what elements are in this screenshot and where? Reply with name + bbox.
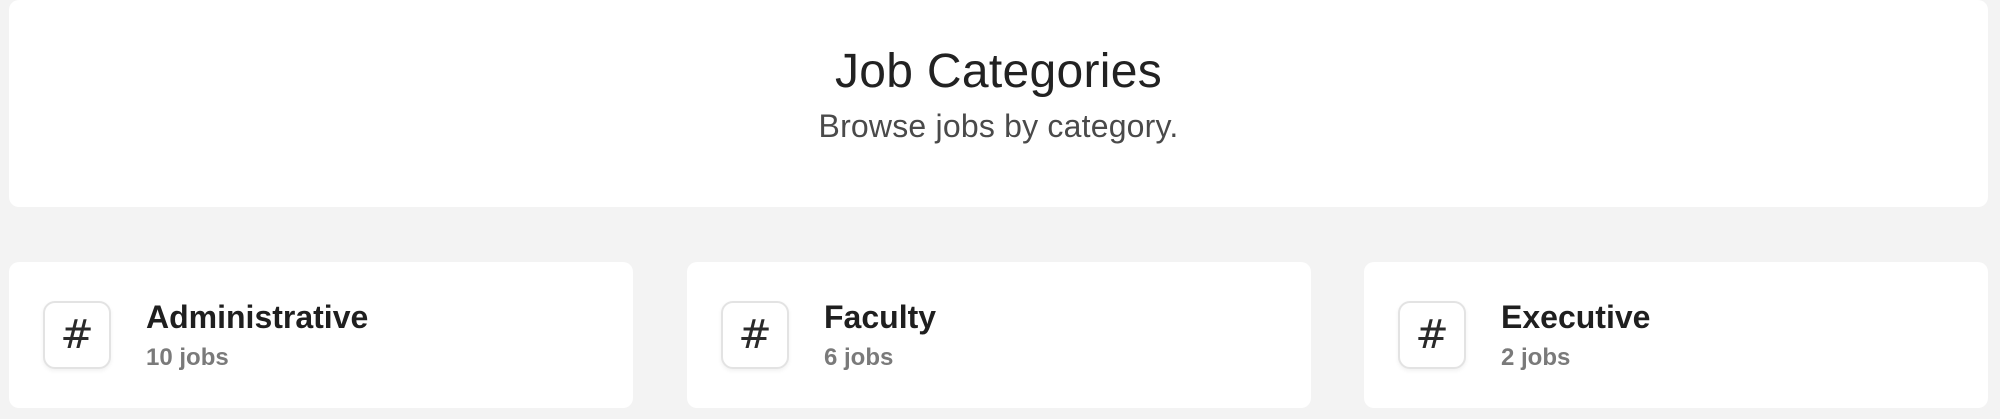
category-name: Faculty	[824, 299, 937, 335]
page-subtitle: Browse jobs by category.	[818, 108, 1179, 144]
page-header: Job Categories Browse jobs by category.	[9, 0, 1988, 207]
category-info: Faculty 6 jobs	[824, 298, 936, 372]
category-card-administrative[interactable]: # Administrative 10 jobs	[9, 262, 633, 408]
category-card-executive[interactable]: # Executive 2 jobs	[1364, 262, 1988, 408]
category-card-faculty[interactable]: # Faculty 6 jobs	[687, 262, 1311, 408]
hash-icon: #	[1398, 301, 1466, 369]
page-title: Job Categories	[834, 45, 1163, 98]
category-info: Administrative 10 jobs	[146, 298, 368, 372]
category-job-count: 6 jobs	[824, 344, 894, 371]
hash-icon: #	[721, 301, 789, 369]
category-name: Executive	[1501, 299, 1651, 335]
job-categories-page: Job Categories Browse jobs by category. …	[0, 0, 2000, 419]
hash-icon: #	[43, 301, 111, 369]
category-job-count: 10 jobs	[146, 344, 229, 371]
category-name: Administrative	[146, 299, 369, 335]
category-job-count: 2 jobs	[1501, 344, 1571, 371]
category-info: Executive 2 jobs	[1501, 298, 1650, 372]
